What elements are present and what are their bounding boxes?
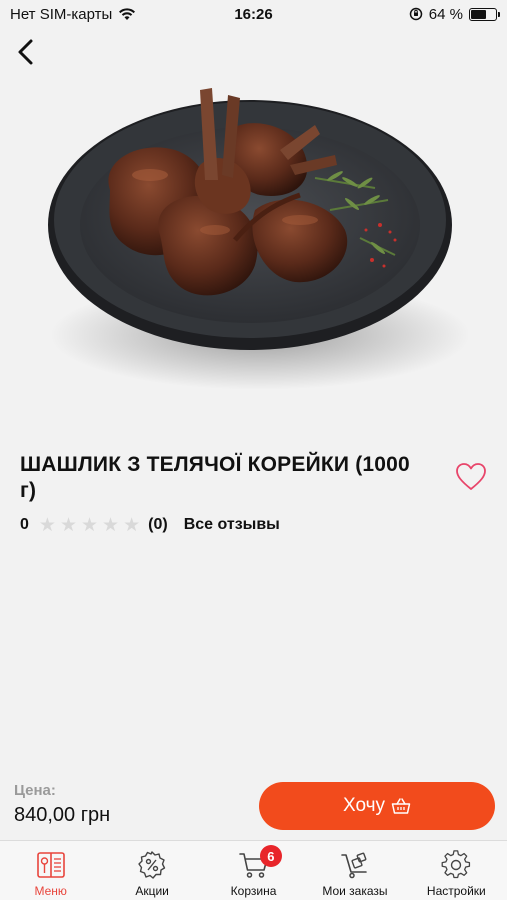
orientation-lock-icon	[409, 7, 423, 21]
tab-label: Акции	[135, 884, 169, 898]
tab-menu[interactable]: Меню	[0, 841, 101, 900]
product-image	[48, 88, 470, 390]
discount-icon	[138, 851, 166, 879]
status-bar: Нет SIM-карты 16:26 64 %	[0, 0, 507, 28]
rating-row: 0 ★ ★ ★ ★ ★ (0) Все отзывы	[20, 514, 280, 536]
tab-label: Корзина	[230, 884, 277, 898]
trolley-icon	[341, 852, 367, 879]
price-label: Цена:	[14, 782, 56, 799]
rating-stars: ★ ★ ★ ★ ★	[39, 516, 140, 535]
want-button[interactable]: Хочу	[259, 782, 495, 830]
battery-icon	[469, 7, 500, 21]
battery-fill	[471, 9, 487, 19]
tab-label: Меню	[34, 884, 67, 898]
battery-percent: 64 %	[428, 5, 463, 23]
tab-bar: Меню Акции 6 Корзина Мои заказы Настройк…	[0, 840, 507, 900]
menu-book-icon	[36, 852, 65, 878]
cart-badge: 6	[259, 845, 282, 867]
basket-icon	[391, 798, 411, 814]
tab-my-orders[interactable]: Мои заказы	[304, 841, 405, 900]
favorite-button[interactable]	[455, 462, 487, 492]
chevron-left-icon	[18, 39, 33, 65]
wifi-icon	[119, 8, 136, 20]
star-icon: ★	[38, 514, 56, 536]
tab-settings[interactable]: Настройки	[406, 841, 507, 900]
tab-label: Настройки	[426, 884, 486, 898]
all-reviews-link[interactable]: Все отзывы	[184, 516, 280, 534]
tab-label: Мои заказы	[322, 884, 388, 898]
status-left: Нет SIM-карты	[10, 6, 136, 23]
product-title: ШАШЛИК З ТЕЛЯЧОЇ КОРЕЙКИ (1000 г)	[20, 453, 410, 502]
heart-icon	[456, 463, 486, 490]
reviews-count: (0)	[148, 516, 168, 533]
star-icon: ★	[123, 514, 141, 536]
back-button[interactable]	[10, 36, 42, 68]
star-icon: ★	[59, 514, 77, 536]
star-icon: ★	[81, 514, 99, 536]
gear-icon	[441, 850, 471, 879]
tab-cart[interactable]: 6 Корзина	[203, 841, 304, 900]
status-right: 64 %	[409, 5, 500, 23]
rating-value: 0	[20, 516, 29, 533]
price-value: 840,00 грн	[14, 804, 111, 826]
want-button-label: Хочу	[342, 795, 385, 816]
star-icon: ★	[102, 514, 120, 536]
tab-promotions[interactable]: Акции	[101, 841, 202, 900]
carrier-label: Нет SIM-карты	[10, 5, 113, 23]
